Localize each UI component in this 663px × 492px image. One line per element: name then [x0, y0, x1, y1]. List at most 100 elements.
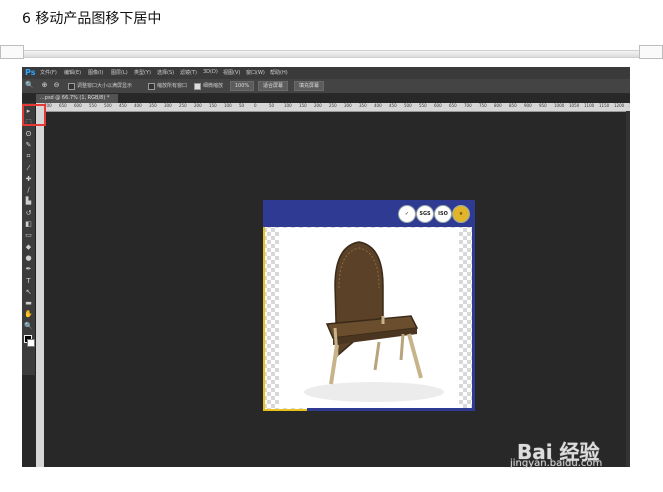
- menu-3d[interactable]: 3D(D): [203, 69, 218, 75]
- healing-tool[interactable]: ✚: [23, 174, 34, 184]
- crop-tool[interactable]: ⌗: [23, 151, 34, 161]
- ruler-tick-label: 1000: [554, 103, 565, 108]
- pen-tool[interactable]: ✒: [23, 264, 34, 274]
- toolbar: ▸ ⬚ ʘ ✎ ⌗ ⁄ ✚ ∕ ▙ ↺ ◧ ▭ ◆ ● ✒ T ↖ ▬ ✋ 🔍: [22, 103, 36, 375]
- certification-badge: ✓: [398, 205, 416, 223]
- move-tool-highlight: [22, 104, 46, 126]
- ruler-tick-label: 800: [494, 103, 502, 108]
- ruler-tick-label: 100: [284, 103, 292, 108]
- resize-windows-checkbox[interactable]: [68, 83, 75, 90]
- zoom-tool[interactable]: 🔍: [23, 321, 34, 331]
- ruler-tick-label: 200: [314, 103, 322, 108]
- ruler-tick-label: 750: [479, 103, 487, 108]
- ruler-tick-label: 600: [434, 103, 442, 108]
- scrubby-zoom-label: 细微缩放: [203, 83, 224, 89]
- ruler-tick-label: 200: [194, 103, 202, 108]
- menu-select[interactable]: 选择(S): [157, 69, 174, 76]
- background-color-swatch[interactable]: [27, 339, 35, 347]
- vertical-ruler: [36, 111, 44, 467]
- photoshop-window: Ps 文件(F) 编辑(E) 图像(I) 图层(L) 类型(Y) 选择(S) 滤…: [22, 67, 630, 467]
- iso-badge: ISO: [434, 205, 452, 223]
- menu-window[interactable]: 窗口(W): [246, 69, 265, 76]
- zoom-out-icon[interactable]: ⊖: [52, 81, 61, 90]
- zoom-all-label: 缩放所有窗口: [157, 83, 188, 89]
- ruler-tick-label: 450: [119, 103, 127, 108]
- ruler-tick-label: 0: [254, 103, 257, 108]
- ruler-tick-label: 150: [209, 103, 217, 108]
- ruler-tick-label: 1150: [599, 103, 610, 108]
- zoom-in-icon[interactable]: ⊕: [40, 81, 49, 90]
- fill-screen-button[interactable]: 填充屏幕: [294, 81, 324, 91]
- ruler-tick-label: 150: [299, 103, 307, 108]
- section-divider: [0, 50, 663, 58]
- ruler-tick-label: 250: [329, 103, 337, 108]
- ruler-tick-label: 350: [149, 103, 157, 108]
- border-left: [263, 227, 265, 411]
- gradient-tool[interactable]: ▭: [23, 230, 34, 240]
- ruler-tick-label: 650: [449, 103, 457, 108]
- eyedropper-tool[interactable]: ⁄: [23, 163, 34, 173]
- menu-edit[interactable]: 编辑(E): [64, 69, 81, 76]
- ruler-tick-label: 1200: [614, 103, 625, 108]
- scrubby-zoom-checkbox[interactable]: [194, 83, 201, 90]
- sgs-badge: SGS: [416, 205, 434, 223]
- shape-tool[interactable]: ▬: [23, 298, 34, 308]
- step-title: 6 移动产品图移下居中: [22, 11, 162, 27]
- eraser-tool[interactable]: ◧: [23, 219, 34, 229]
- ruler-tick-label: 1100: [584, 103, 595, 108]
- fit-screen-button[interactable]: 适合屏幕: [258, 81, 288, 91]
- options-bar: 🔍 ⊕ ⊖ 调整窗口大小以满屏显示 缩放所有窗口 细微缩放 100% 适合屏幕 …: [22, 79, 630, 94]
- clone-stamp-tool[interactable]: ▙: [23, 196, 34, 206]
- resize-windows-label: 调整窗口大小以满屏显示: [77, 83, 133, 89]
- zoom-all-checkbox[interactable]: [148, 83, 155, 90]
- ruler-tick-label: 550: [419, 103, 427, 108]
- border-bottom-yellow: [263, 409, 307, 411]
- ps-logo: Ps: [25, 68, 36, 77]
- path-select-tool[interactable]: ↖: [23, 287, 34, 297]
- menu-filter[interactable]: 滤镜(T): [180, 69, 197, 76]
- ruler-tick-label: 1250: [629, 103, 630, 109]
- ruler-tick-label: 900: [524, 103, 532, 108]
- ruler-tick-label: 300: [164, 103, 172, 108]
- menu-type[interactable]: 类型(Y): [134, 69, 151, 76]
- menu-view[interactable]: 视图(V): [223, 69, 240, 76]
- ruler-tick-label: 400: [134, 103, 142, 108]
- menu-image[interactable]: 图像(I): [88, 69, 103, 76]
- border-right: [472, 227, 475, 411]
- document-tab[interactable]: ...psd @ 66.7% (1, RGB/8) *: [36, 94, 118, 103]
- horizontal-ruler: 700 650 600 550 500 450 400 350 300 250 200 150 100 5…: [36, 103, 630, 112]
- lasso-tool[interactable]: ʘ: [23, 129, 34, 139]
- divider-tab-left: [0, 45, 24, 59]
- ruler-tick-label: 400: [374, 103, 382, 108]
- quick-select-tool[interactable]: ✎: [23, 140, 34, 150]
- ruler-tick-label: 250: [179, 103, 187, 108]
- zoom-100-button[interactable]: 100%: [230, 81, 254, 91]
- ruler-tick-label: 550: [89, 103, 97, 108]
- ruler-tick-label: 950: [539, 103, 547, 108]
- ruler-tick-label: 500: [404, 103, 412, 108]
- ruler-tick-label: 50: [269, 103, 275, 108]
- blur-tool[interactable]: ◆: [23, 242, 34, 252]
- scrollbar[interactable]: [626, 111, 630, 467]
- type-tool[interactable]: T: [23, 276, 34, 286]
- baidu-jingyan-watermark: Bai 经验 jingyan.baidu.com: [505, 432, 655, 486]
- ruler-tick-label: 650: [59, 103, 67, 108]
- image-canvas[interactable]: ✓ SGS ISO ★: [263, 200, 475, 411]
- ruler-tick-label: 1050: [569, 103, 580, 108]
- menu-help[interactable]: 帮助(H): [270, 69, 288, 76]
- brush-tool[interactable]: ∕: [23, 185, 34, 195]
- watermark-url: jingyan.baidu.com: [510, 458, 603, 469]
- menu-layer[interactable]: 图层(L): [111, 69, 128, 76]
- hand-tool[interactable]: ✋: [23, 309, 34, 319]
- menu-bar: Ps 文件(F) 编辑(E) 图像(I) 图层(L) 类型(Y) 选择(S) 滤…: [22, 67, 630, 79]
- dodge-tool[interactable]: ●: [23, 253, 34, 263]
- zoom-icon[interactable]: 🔍: [25, 81, 34, 90]
- history-brush-tool[interactable]: ↺: [23, 208, 34, 218]
- ruler-tick-label: 350: [359, 103, 367, 108]
- ruler-tick-label: 500: [104, 103, 112, 108]
- ruler-tick-label: 100: [224, 103, 232, 108]
- ruler-tick-label: 850: [509, 103, 517, 108]
- menu-file[interactable]: 文件(F): [40, 69, 57, 76]
- chair-product-image[interactable]: [279, 228, 459, 408]
- border-bottom-blue: [307, 408, 475, 411]
